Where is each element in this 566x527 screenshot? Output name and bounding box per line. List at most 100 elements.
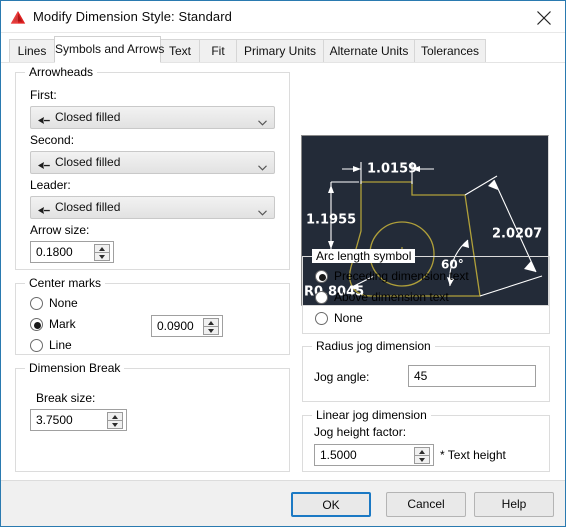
first-arrowhead-value: Closed filled [55, 110, 120, 124]
spinner-down-icon[interactable] [99, 255, 105, 259]
dimension-break-group: Dimension Break Break size: 3.7500 [15, 368, 290, 472]
tab-symbols-and-arrows[interactable]: Symbols and Arrows [54, 36, 161, 63]
cancel-button[interactable]: Cancel [386, 492, 466, 517]
break-size-spinner[interactable] [107, 412, 123, 429]
closed-filled-arrow-icon [38, 114, 50, 123]
tab-label: Fit [211, 44, 224, 58]
center-mark-size-spinner[interactable] [203, 318, 219, 335]
ok-button[interactable]: OK [291, 492, 371, 517]
leader-label: Leader: [30, 178, 71, 192]
tab-primary-units[interactable]: Primary Units [236, 39, 324, 63]
jog-angle-label: Jog angle: [314, 370, 369, 384]
spinner-up-icon[interactable] [99, 247, 105, 251]
tab-label: Symbols and Arrows [55, 42, 164, 56]
arrow-size-input[interactable]: 0.1800 [30, 241, 114, 263]
spinner-divider [204, 326, 218, 327]
spinner-up-icon[interactable] [208, 321, 214, 325]
closed-filled-arrow-icon [38, 204, 50, 213]
spinner-down-icon[interactable] [208, 329, 214, 333]
help-button-label: Help [502, 497, 527, 511]
jog-angle-input[interactable]: 45 [408, 365, 536, 387]
break-size-value: 3.7500 [36, 413, 73, 427]
cancel-button-label: Cancel [407, 497, 444, 511]
chevron-down-icon [258, 115, 267, 121]
arrow-size-spinner[interactable] [94, 244, 110, 261]
radio-indicator [30, 339, 43, 352]
jog-height-factor-spinner[interactable] [414, 447, 430, 464]
window-title: Modify Dimension Style: Standard [33, 9, 232, 24]
chevron-down-icon [258, 160, 267, 166]
second-arrowhead-combo[interactable]: Closed filled [30, 151, 275, 174]
first-arrowhead-combo[interactable]: Closed filled [30, 106, 275, 129]
second-label: Second: [30, 133, 74, 147]
spinner-up-icon[interactable] [419, 450, 425, 454]
tab-text[interactable]: Text [160, 39, 200, 63]
dialog-footer: OK Cancel Help [1, 480, 566, 526]
spinner-down-icon[interactable] [112, 423, 118, 427]
radio-label: Mark [49, 317, 76, 331]
center-marks-group: Center marks None Mark Line 0.0900 [15, 283, 290, 355]
close-icon[interactable] [522, 1, 566, 33]
center-marks-group-label: Center marks [25, 276, 105, 290]
second-arrowhead-value: Closed filled [55, 155, 120, 169]
tab-label: Lines [18, 44, 47, 58]
arc-length-symbol-group: Arc length symbol Preceding dimension te… [302, 256, 550, 334]
closed-filled-arrow-icon [38, 159, 50, 168]
jog-height-factor-label: Jog height factor: [314, 425, 406, 439]
tab-label: Text [169, 44, 191, 58]
svg-text:1.0159: 1.0159 [367, 162, 417, 177]
center-mark-size-input[interactable]: 0.0900 [151, 315, 223, 337]
autocad-red-triangle-icon [10, 10, 26, 25]
dimension-break-group-label: Dimension Break [25, 361, 124, 375]
tab-tolerances[interactable]: Tolerances [414, 39, 486, 63]
spinner-divider [95, 252, 109, 253]
arrow-size-value: 0.1800 [36, 245, 73, 259]
radio-label: None [49, 296, 78, 310]
jog-height-factor-value: 1.5000 [320, 448, 357, 462]
svg-text:2.0207: 2.0207 [492, 227, 542, 242]
ok-button-label: OK [322, 498, 339, 512]
title-bar: Modify Dimension Style: Standard [1, 0, 566, 33]
radio-indicator [315, 312, 328, 325]
jog-height-factor-input[interactable]: 1.5000 [314, 444, 434, 466]
first-label: First: [30, 88, 57, 102]
linear-jog-dimension-group: Linear jog dimension Jog height factor: … [302, 415, 550, 472]
radio-indicator [30, 297, 43, 310]
radius-jog-dimension-group: Radius jog dimension Jog angle: 45 [302, 346, 550, 402]
radio-label: None [334, 311, 363, 325]
spinner-divider [108, 420, 122, 421]
radio-label: Above dimension text [334, 290, 449, 304]
tab-fit[interactable]: Fit [199, 39, 237, 63]
jog-angle-value: 45 [414, 369, 427, 383]
center-mark-size-value: 0.0900 [157, 319, 194, 333]
break-size-label: Break size: [36, 391, 95, 405]
spinner-up-icon[interactable] [112, 415, 118, 419]
arrowheads-group: Arrowheads First: Closed filled Second: … [15, 72, 290, 270]
radio-label: Preceding dimension text [334, 269, 469, 283]
leader-arrowhead-value: Closed filled [55, 200, 120, 214]
tab-lines[interactable]: Lines [9, 39, 55, 63]
radio-indicator [315, 270, 328, 283]
jog-height-suffix-label: * Text height [440, 448, 506, 462]
modify-dimension-style-dialog: Modify Dimension Style: Standard Lines S… [0, 0, 566, 527]
help-button[interactable]: Help [474, 492, 554, 517]
arrow-size-label: Arrow size: [30, 223, 89, 237]
arc-length-symbol-group-label: Arc length symbol [312, 249, 415, 263]
tab-label: Tolerances [421, 44, 479, 58]
radio-indicator [30, 318, 43, 331]
radio-indicator [315, 291, 328, 304]
spinner-divider [415, 455, 429, 456]
chevron-down-icon [258, 205, 267, 211]
linear-jog-group-label: Linear jog dimension [312, 408, 431, 422]
tab-strip: Lines Symbols and Arrows Text Fit Primar… [1, 33, 566, 63]
radius-jog-group-label: Radius jog dimension [312, 339, 435, 353]
tab-alternate-units[interactable]: Alternate Units [323, 39, 415, 63]
leader-arrowhead-combo[interactable]: Closed filled [30, 196, 275, 219]
tab-label: Alternate Units [330, 44, 409, 58]
tab-content-symbols-and-arrows: Arrowheads First: Closed filled Second: … [1, 63, 566, 480]
spinner-down-icon[interactable] [419, 458, 425, 462]
svg-text:1.1955: 1.1955 [306, 213, 356, 228]
radio-label: Line [49, 338, 72, 352]
break-size-input[interactable]: 3.7500 [30, 409, 127, 431]
tab-label: Primary Units [244, 44, 316, 58]
